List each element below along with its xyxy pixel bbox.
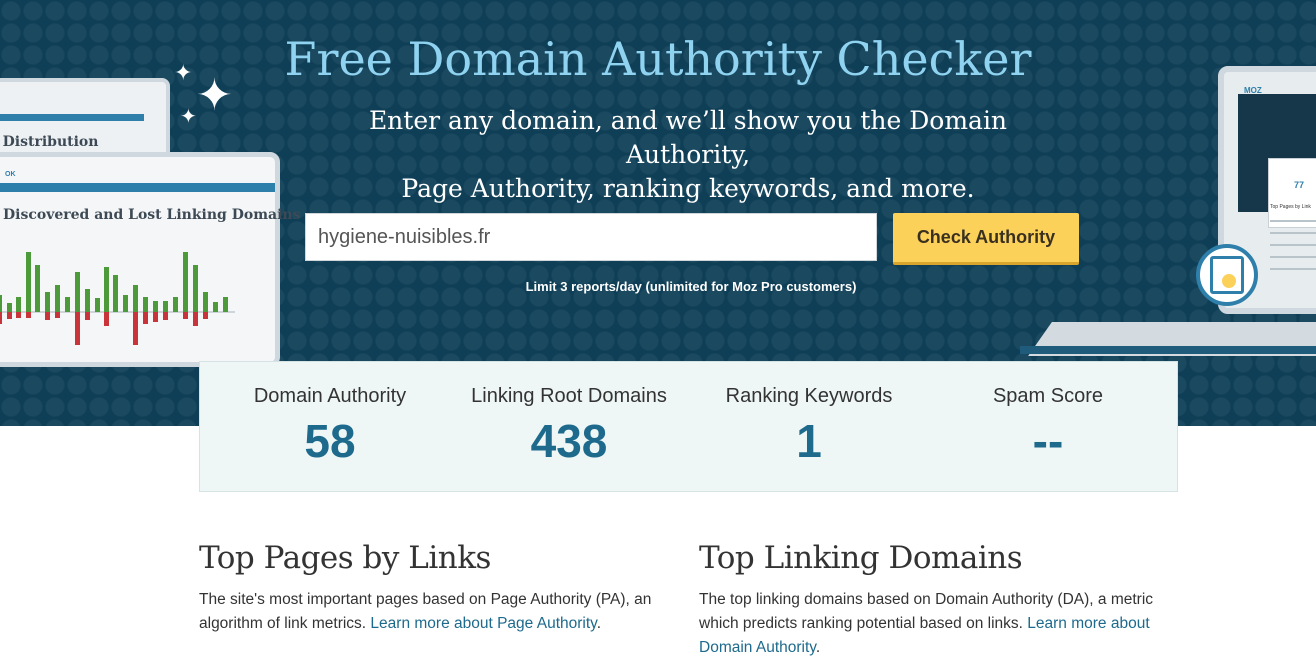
metrics-panel: Domain Authority 58 Linking Root Domains… <box>199 361 1178 492</box>
metric-value: 438 <box>530 415 608 467</box>
metric-spam-score: Spam Score -- <box>928 362 1168 492</box>
metric-label: Ranking Keywords <box>725 385 893 407</box>
laptop-line <box>1270 268 1316 270</box>
metric-ranking-keywords: Ranking Keywords 1 <box>689 362 929 492</box>
domain-input[interactable] <box>305 213 877 261</box>
section-description: The top linking domains based on Domain … <box>699 588 1169 660</box>
illustration-bar-chart <box>0 252 235 345</box>
laptop-line <box>1270 244 1316 246</box>
card-title: g Distribution <box>0 134 99 150</box>
period: . <box>596 615 602 632</box>
analytics-badge-icon <box>1196 244 1258 306</box>
laptop-line <box>1270 220 1316 222</box>
metric-domain-authority: Domain Authority 58 <box>210 362 450 492</box>
metric-linking-root-domains: Linking Root Domains 438 <box>449 362 689 492</box>
card-header-bar <box>0 114 144 121</box>
section-title: Top Linking Domains <box>699 540 1023 576</box>
top-linking-domains-section: Top Linking Domains The top linking doma… <box>699 540 1169 660</box>
section-title: Top Pages by Links <box>199 540 491 576</box>
subtitle-line: Page Authority, ranking keywords, and mo… <box>401 174 975 203</box>
laptop-line <box>1270 256 1316 258</box>
period: . <box>815 639 821 656</box>
page-title: Free Domain Authority Checker <box>284 32 1032 86</box>
learn-more-page-authority-link[interactable]: Learn more about Page Authority <box>370 615 596 632</box>
laptop-line <box>1270 232 1316 234</box>
metric-value: 58 <box>304 415 356 467</box>
sparkle-icon: ✦ <box>180 106 197 128</box>
metric-label: Linking Root Domains <box>471 385 667 407</box>
top-pages-section: Top Pages by Links The site's most impor… <box>199 540 669 636</box>
laptop-caption: Top Pages by Link <box>1270 204 1311 210</box>
metric-value: -- <box>1032 415 1064 467</box>
page-subtitle: Enter any domain, and we’ll show you the… <box>358 104 1018 206</box>
laptop-panel <box>1268 158 1316 228</box>
section-description: The site's most important pages based on… <box>199 588 669 636</box>
laptop-metric: 77 <box>1294 180 1305 190</box>
limit-note: Limit 3 reports/day (unlimited for Moz P… <box>525 279 857 294</box>
illustration-laptop-edge <box>1020 346 1316 354</box>
check-authority-button[interactable]: Check Authority <box>893 213 1079 265</box>
metric-label: Domain Authority <box>253 385 407 407</box>
subtitle-line: Enter any domain, and we’ll show you the… <box>368 106 1008 169</box>
metric-label: Spam Score <box>992 385 1104 407</box>
metric-value: 1 <box>796 415 822 467</box>
illustration-linking-domains-card: OK Discovered and Lost Linking Domains <box>0 152 300 367</box>
